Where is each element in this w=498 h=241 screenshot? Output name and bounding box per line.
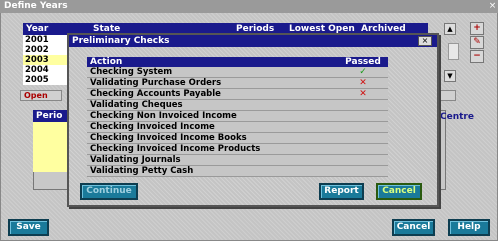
check-action-label: Validating Journals <box>90 155 181 165</box>
scrollbar-thumb[interactable] <box>448 43 459 60</box>
check-row[interactable]: Checking Invoiced Income Books <box>87 133 388 144</box>
check-action-label: Validating Cheques <box>90 100 183 110</box>
check-row[interactable]: Validating Purchase Orders ✕ <box>87 78 388 89</box>
check-status-cell <box>338 133 388 143</box>
check-action-label: Checking Non Invoiced Income <box>90 111 237 121</box>
check-row[interactable]: Checking System ✓ <box>87 67 388 78</box>
checks-table-header: Action Passed <box>87 57 388 67</box>
check-status-cell <box>338 122 388 132</box>
check-action-label: Checking Accounts Payable <box>90 89 221 99</box>
scroll-up-icon[interactable]: ▲ <box>444 23 456 35</box>
check-action-label: Checking Invoiced Income Books <box>90 133 247 143</box>
year-row-selected[interactable]: 2003 <box>23 55 68 65</box>
check-status-cell <box>338 100 388 110</box>
dialog-close-icon[interactable]: × <box>418 36 432 46</box>
scroll-down-icon[interactable]: ▼ <box>444 70 456 82</box>
help-button[interactable]: Help <box>448 219 490 236</box>
check-row[interactable]: Checking Accounts Payable ✕ <box>87 89 388 100</box>
year-row[interactable]: 2005 <box>23 75 68 85</box>
cross-mark-icon: ✕ <box>359 89 367 99</box>
check-action-label: Validating Purchase Orders <box>90 78 222 88</box>
window-cancel-button[interactable]: Cancel <box>392 219 435 236</box>
window-title: Define Years <box>0 0 498 13</box>
remove-year-button[interactable]: − <box>470 50 484 63</box>
close-year-button[interactable] <box>436 90 456 101</box>
window-close-icon[interactable]: × <box>487 1 498 12</box>
dialog-title: Preliminary Checks <box>69 35 437 47</box>
check-action-label: Validating Petty Cash <box>90 166 194 176</box>
open-year-button[interactable]: Open <box>20 90 62 101</box>
check-row[interactable]: Validating Petty Cash <box>87 166 388 177</box>
year-row[interactable]: 2004 <box>23 65 68 75</box>
check-status-cell <box>338 111 388 121</box>
cross-mark-icon: ✕ <box>359 78 367 88</box>
periods-selected-row[interactable] <box>33 122 69 172</box>
report-button[interactable]: Report <box>319 183 364 200</box>
check-row[interactable]: Checking Invoiced Income <box>87 122 388 133</box>
periods-column-header[interactable]: Perio <box>33 110 69 122</box>
column-header-passed: Passed <box>345 57 381 67</box>
column-header-action: Action <box>90 57 123 67</box>
checks-rows: Checking System ✓ Validating Purchase Orde… <box>87 67 388 177</box>
check-mark-icon: ✓ <box>359 67 367 77</box>
check-row[interactable]: Checking Invoiced Income Products <box>87 144 388 155</box>
edit-year-button[interactable]: ✎ <box>470 36 484 49</box>
dialog-cancel-button[interactable]: Cancel <box>376 183 422 200</box>
centre-column-header[interactable]: Centre <box>440 111 485 123</box>
years-list[interactable]: 2001 2002 2003 2004 2005 <box>23 35 68 85</box>
check-row[interactable]: Validating Cheques <box>87 100 388 111</box>
check-action-label: Checking System <box>90 67 173 77</box>
check-status-cell <box>338 166 388 176</box>
check-row[interactable]: Checking Non Invoiced Income <box>87 111 388 122</box>
check-row[interactable]: Validating Journals <box>87 155 388 166</box>
add-year-button[interactable]: + <box>470 22 484 35</box>
year-row[interactable]: 2002 <box>23 45 68 55</box>
continue-button[interactable]: Continue <box>80 183 138 200</box>
year-row[interactable]: 2001 <box>23 35 68 45</box>
check-status-cell <box>338 155 388 165</box>
check-action-label: Checking Invoiced Income <box>90 122 215 132</box>
check-action-label: Checking Invoiced Income Products <box>90 144 261 154</box>
check-status-cell <box>338 144 388 154</box>
save-button[interactable]: Save <box>8 219 49 236</box>
